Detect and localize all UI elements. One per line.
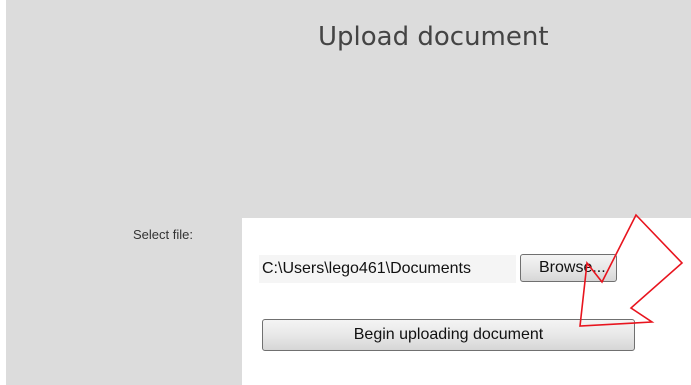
begin-upload-button[interactable]: Begin uploading document bbox=[262, 319, 635, 351]
upload-form-area bbox=[242, 218, 691, 385]
file-path-field[interactable]: C:\Users\lego461\Documents bbox=[259, 255, 516, 283]
browse-button[interactable]: Browse... bbox=[520, 254, 617, 282]
page-title: Upload document bbox=[318, 22, 549, 52]
select-file-label: Select file: bbox=[133, 227, 193, 242]
